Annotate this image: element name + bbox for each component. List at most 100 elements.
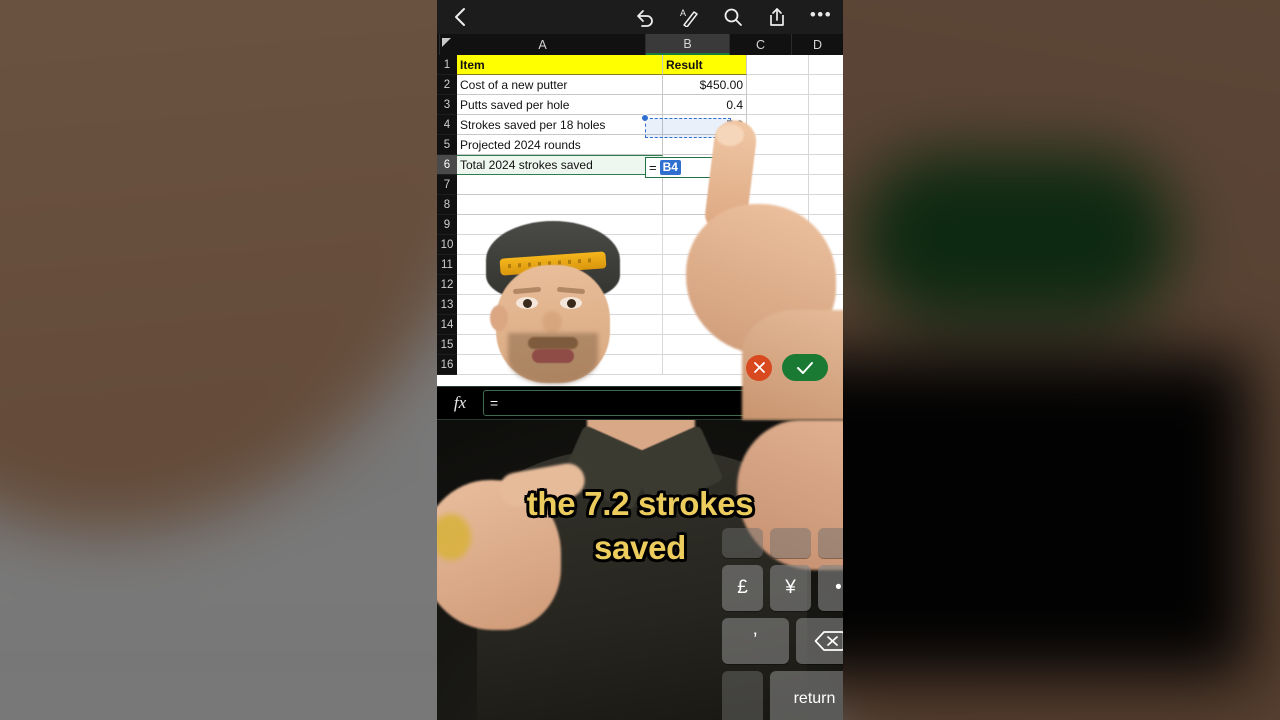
cell-c7[interactable] <box>747 175 809 195</box>
table-row[interactable]: 7 <box>437 175 843 195</box>
cell-c1[interactable] <box>747 55 809 75</box>
column-header-c[interactable]: C <box>730 34 792 55</box>
cell-d5[interactable] <box>809 135 843 155</box>
cell-d3[interactable] <box>809 95 843 115</box>
cell-d8[interactable] <box>809 195 843 215</box>
row-header[interactable]: 13 <box>437 295 457 315</box>
cell-b8[interactable] <box>663 195 747 215</box>
cell-b13[interactable] <box>663 295 747 315</box>
cell-a3[interactable]: Putts saved per hole <box>457 95 663 115</box>
selection-handle-bottomright[interactable] <box>727 134 735 142</box>
row-header[interactable]: 10 <box>437 235 457 255</box>
row-header[interactable]: 1 <box>437 55 457 75</box>
cell-d9[interactable] <box>809 215 843 235</box>
row-header[interactable]: 16 <box>437 355 457 375</box>
table-row[interactable]: 1 Item Result <box>437 55 843 75</box>
cell-b1[interactable]: Result <box>663 55 747 75</box>
key-bullet[interactable]: • <box>818 565 843 611</box>
key-apostrophe[interactable]: ’ <box>722 618 789 664</box>
key-yen[interactable]: ¥ <box>770 565 811 611</box>
row-header[interactable]: 14 <box>437 315 457 335</box>
cell-d11[interactable] <box>809 255 843 275</box>
cell-c3[interactable] <box>747 95 809 115</box>
selection-handle-topleft[interactable] <box>641 114 649 122</box>
cell-d15[interactable] <box>809 335 843 355</box>
cell-a5[interactable]: Projected 2024 rounds <box>457 135 663 155</box>
confirm-entry-button[interactable] <box>782 354 828 381</box>
share-icon[interactable] <box>755 6 799 28</box>
formula-reference-token[interactable]: B4 <box>659 160 681 175</box>
table-row[interactable]: 3 Putts saved per hole 0.4 <box>437 95 843 115</box>
table-row[interactable]: 2 Cost of a new putter $450.00 <box>437 75 843 95</box>
cell-c8[interactable] <box>747 195 809 215</box>
cell-d13[interactable] <box>809 295 843 315</box>
row-header[interactable]: 3 <box>437 95 457 115</box>
cell-a2[interactable]: Cost of a new putter <box>457 75 663 95</box>
cell-a7[interactable] <box>457 175 663 195</box>
cell-a4[interactable]: Strokes saved per 18 holes <box>457 115 663 135</box>
cell-c14[interactable] <box>747 315 809 335</box>
cell-c15[interactable] <box>747 335 809 355</box>
cell-b3[interactable]: 0.4 <box>663 95 747 115</box>
table-row[interactable]: 5 Projected 2024 rounds <box>437 135 843 155</box>
row-header[interactable]: 11 <box>437 255 457 275</box>
row-header[interactable]: 5 <box>437 135 457 155</box>
table-row[interactable]: 8 <box>437 195 843 215</box>
row-header[interactable]: 4 <box>437 115 457 135</box>
cell-b12[interactable] <box>663 275 747 295</box>
cell-d12[interactable] <box>809 275 843 295</box>
undo-icon[interactable] <box>623 7 667 27</box>
more-options-icon[interactable]: ••• <box>799 6 843 28</box>
cell-c6[interactable] <box>747 155 809 175</box>
table-row[interactable]: 4 Strokes saved per 18 holes 7.2 <box>437 115 843 135</box>
row-header[interactable]: 7 <box>437 175 457 195</box>
cell-c11[interactable] <box>747 255 809 275</box>
column-header-a[interactable]: A <box>440 34 646 55</box>
row-header[interactable]: 8 <box>437 195 457 215</box>
search-icon[interactable] <box>711 7 755 27</box>
cell-b11[interactable] <box>663 255 747 275</box>
row-header[interactable]: 9 <box>437 215 457 235</box>
row-header[interactable]: 15 <box>437 335 457 355</box>
cell-c2[interactable] <box>747 75 809 95</box>
cell-editor-b6[interactable]: = B4 <box>645 157 730 178</box>
cell-a6[interactable]: Total 2024 strokes saved <box>457 155 663 175</box>
cell-d10[interactable] <box>809 235 843 255</box>
cell-d4[interactable] <box>809 115 843 135</box>
cell-b14[interactable] <box>663 315 747 335</box>
return-key[interactable]: return <box>770 671 843 720</box>
cell-c13[interactable] <box>747 295 809 315</box>
cell-b7[interactable] <box>663 175 747 195</box>
row-header[interactable]: 2 <box>437 75 457 95</box>
selection-b4[interactable] <box>641 114 735 142</box>
cell-c10[interactable] <box>747 235 809 255</box>
cell-c4[interactable] <box>747 115 809 135</box>
formula-input[interactable]: = <box>483 390 835 416</box>
cell-d7[interactable] <box>809 175 843 195</box>
select-all-corner[interactable] <box>437 34 451 55</box>
cancel-entry-button[interactable] <box>746 354 772 381</box>
cell-d6[interactable] <box>809 155 843 175</box>
column-header-b[interactable]: B <box>646 34 730 55</box>
cell-a8[interactable] <box>457 195 663 215</box>
cell-c5[interactable] <box>747 135 809 155</box>
cell-b15[interactable] <box>663 335 747 355</box>
key-blank-4[interactable] <box>722 671 763 720</box>
cell-b2[interactable]: $450.00 <box>663 75 747 95</box>
draw-pen-icon[interactable]: A <box>667 7 711 27</box>
cell-c9[interactable] <box>747 215 809 235</box>
key-pound[interactable]: £ <box>722 565 763 611</box>
cell-a1[interactable]: Item <box>457 55 663 75</box>
cell-c12[interactable] <box>747 275 809 295</box>
cell-b16[interactable] <box>663 355 747 375</box>
cell-d14[interactable] <box>809 315 843 335</box>
row-header[interactable]: 12 <box>437 275 457 295</box>
table-row[interactable]: 6 Total 2024 strokes saved <box>437 155 843 175</box>
cell-d1[interactable] <box>809 55 843 75</box>
column-header-d[interactable]: D <box>792 34 843 55</box>
cell-b9[interactable] <box>663 215 747 235</box>
formula-bar[interactable]: fx = <box>437 386 843 420</box>
cell-b10[interactable] <box>663 235 747 255</box>
row-header-active[interactable]: 6 <box>437 155 457 175</box>
delete-key-icon[interactable] <box>795 618 843 664</box>
